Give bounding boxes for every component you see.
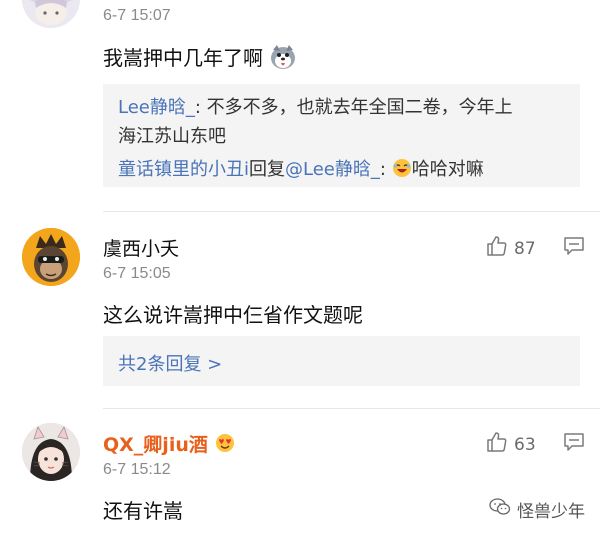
reply-text: 回复 (249, 159, 286, 180)
comment-text: 这么说许嵩押中仨省作文题呢 (103, 303, 363, 327)
comment-text-content: 我嵩押中几年了啊 (103, 46, 263, 70)
watermark: 怪兽少年 (489, 497, 585, 522)
reply-text: : 不多不多，也就去年全国二卷，今年上 (194, 97, 513, 118)
like-count: 63 (514, 434, 536, 455)
comment-divider (103, 408, 600, 409)
thumbs-up-icon (486, 431, 508, 458)
husky-emoji-icon (269, 44, 297, 75)
comment-text: 我嵩押中几年了啊 (103, 42, 297, 75)
avatar[interactable] (22, 423, 80, 481)
comment-divider (103, 211, 600, 212)
laughing-emoji-icon (392, 158, 412, 183)
comment-timestamp: 6-7 15:07 (103, 7, 171, 24)
like-button[interactable]: 63 (486, 431, 536, 458)
comment-text: 还有许嵩 (103, 499, 183, 523)
reply-colon: : (379, 159, 386, 180)
avatar-image (22, 423, 80, 481)
reply-line: Lee静晗_: 不多不多，也就去年全国二卷，今年上 (118, 93, 513, 119)
reply-line-continued: 海江苏山东吧 (118, 122, 226, 148)
heart-eyes-emoji-icon (214, 433, 236, 458)
like-count: 87 (514, 238, 536, 259)
comment-timestamp: 6-7 15:12 (103, 461, 171, 478)
reply-text: 海江苏山东吧 (118, 126, 226, 147)
comment-bubble-icon (564, 237, 584, 255)
reply-button[interactable] (563, 236, 585, 260)
avatar-image (22, 228, 80, 286)
reply-username-link[interactable]: Lee静晗_ (118, 97, 195, 118)
comment-username[interactable]: 虞西小夭 (103, 234, 179, 261)
reply-text: 哈哈对嘛 (411, 159, 484, 180)
comment-timestamp: 6-7 15:05 (103, 265, 171, 282)
comment-bubble-icon (564, 433, 584, 451)
avatar-image (22, 0, 80, 28)
avatar[interactable] (22, 228, 80, 286)
thumbs-up-icon (486, 235, 508, 262)
watermark-text: 怪兽少年 (517, 502, 585, 522)
reply-line: 童话镇里的小丑i回复@Lee静晗_: 哈哈对嘛 (118, 155, 484, 183)
more-replies-link[interactable]: 共2条回复 > (118, 350, 222, 376)
comment-username[interactable]: QX_卿jiu酒 (103, 430, 236, 458)
mention-link[interactable]: @Lee静晗_ (285, 159, 380, 180)
avatar[interactable] (22, 0, 80, 28)
comment-username-text: QX_卿jiu酒 (103, 434, 208, 456)
wechat-logo-icon (489, 498, 511, 521)
reply-button[interactable] (563, 432, 585, 456)
like-button[interactable]: 87 (486, 235, 536, 262)
reply-username-link[interactable]: 童话镇里的小丑i (118, 159, 249, 180)
